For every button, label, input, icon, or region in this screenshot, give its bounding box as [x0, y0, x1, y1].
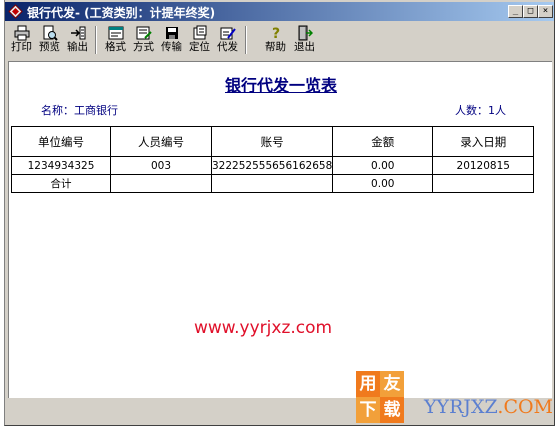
report-title: 银行代发一览表	[9, 72, 553, 96]
help-button[interactable]: ? 帮助	[262, 24, 289, 57]
bank-payroll-table: 单位编号 人员编号 账号 金额 录入日期 1234934325 003 3222…	[11, 126, 535, 193]
transfer-button[interactable]: 传输	[158, 24, 185, 57]
logo-site-left: YYRJXZ	[424, 396, 498, 418]
table-cell[interactable]: 003	[110, 156, 212, 175]
table-row[interactable]: 1234934325 003 322252555656162658 0.00 2…	[11, 156, 535, 175]
column-header[interactable]: 单位编号	[11, 126, 111, 157]
table-cell[interactable]: 1234934325	[11, 156, 111, 175]
exit-button[interactable]: 退出	[291, 24, 318, 57]
title-bar[interactable]: 银行代发- (工资类别：计提年终奖) _ □ ×	[5, 2, 554, 21]
toolbar-separator	[245, 26, 247, 54]
logo-char: 友	[380, 371, 404, 397]
column-header[interactable]: 录入日期	[432, 126, 535, 157]
exit-label: 退出	[294, 41, 315, 53]
export-label: 输出	[67, 41, 88, 53]
report-area: 银行代发一览表 名称：工商银行 人数：1人 单位编号 人员编号 账号 金额 录入…	[8, 61, 552, 398]
payroll-label: 代发	[217, 41, 238, 53]
logo-site-right: .COM	[497, 396, 554, 418]
table-cell[interactable]: 322252555656162658	[210, 156, 334, 175]
bank-name: 名称：工商银行	[41, 104, 118, 117]
watermark-url: www.yyrjxz.com	[194, 318, 333, 338]
table-cell[interactable]: 合计	[11, 174, 111, 193]
method-icon	[136, 26, 152, 40]
logo-char: 下	[356, 397, 380, 423]
export-icon	[70, 26, 85, 40]
exit-icon	[298, 25, 313, 41]
maximize-button[interactable]: □	[523, 5, 538, 18]
print-button[interactable]: 打印	[8, 24, 35, 57]
preview-button[interactable]: 预览	[36, 24, 63, 57]
preview-icon	[43, 25, 58, 41]
report-title-text: 银行代发一览表	[224, 76, 337, 95]
column-header[interactable]: 人员编号	[110, 126, 212, 157]
app-window: 银行代发- (工资类别：计提年终奖) _ □ × 打印 预览 输出 格式 方式 …	[4, 0, 555, 426]
table-cell[interactable]	[110, 174, 212, 193]
minimize-button[interactable]: _	[508, 5, 523, 18]
window-title: 银行代发- (工资类别：计提年终奖)	[27, 6, 216, 20]
site-logo: 用 友 下 载 YYRJXZ.COM	[352, 370, 554, 426]
format-icon	[108, 26, 123, 40]
format-button[interactable]: 格式	[102, 24, 129, 57]
close-icon: ×	[542, 6, 549, 16]
table-cell[interactable]: 0.00	[332, 156, 434, 175]
total-row[interactable]: 合计 0.00	[11, 174, 535, 193]
locate-icon	[193, 25, 206, 40]
logo-char: 用	[356, 371, 380, 397]
svg-text:?: ?	[271, 26, 279, 41]
table-cell[interactable]: 0.00	[332, 174, 434, 193]
table-header-row: 单位编号 人员编号 账号 金额 录入日期	[11, 126, 535, 157]
printer-icon	[14, 25, 29, 41]
method-button[interactable]: 方式	[130, 24, 157, 57]
minimize-icon: _	[512, 6, 519, 16]
logo-site-name: YYRJXZ.COM	[424, 396, 553, 418]
toolbar-separator	[95, 26, 97, 54]
column-header[interactable]: 金额	[332, 126, 434, 157]
transfer-disk-icon	[165, 27, 178, 39]
close-button[interactable]: ×	[538, 5, 553, 18]
table-cell[interactable]	[432, 174, 535, 193]
column-header[interactable]: 账号	[210, 126, 334, 157]
person-count: 人数：1人	[455, 104, 506, 117]
locate-button[interactable]: 定位	[186, 24, 213, 57]
maximize-icon: □	[527, 6, 534, 16]
help-icon: ?	[271, 26, 279, 41]
payroll-button[interactable]: 代发	[214, 24, 241, 57]
toolbar: 打印 预览 输出 格式 方式 传输 定位 代发 ? 帮助 退出	[5, 22, 554, 58]
app-icon	[8, 4, 23, 19]
logo-char: 载	[380, 397, 404, 423]
export-button[interactable]: 输出	[64, 24, 91, 57]
table-cell[interactable]: 20120815	[432, 156, 535, 175]
table-cell[interactable]	[210, 174, 334, 193]
payroll-edit-icon	[220, 27, 236, 40]
